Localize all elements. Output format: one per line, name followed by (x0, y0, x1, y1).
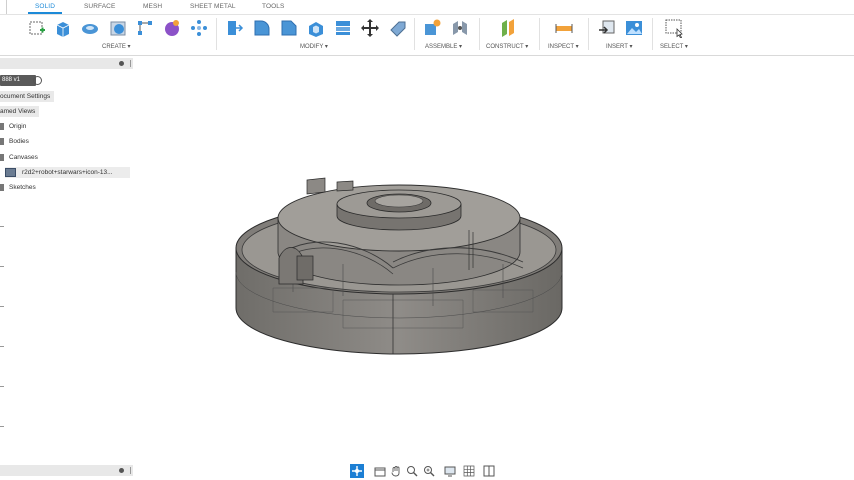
select-menu[interactable]: SELECT ▾ (660, 43, 688, 50)
browser-item-canvases[interactable]: Canvases (0, 152, 38, 163)
ribbon-tabs: SOLID SURFACE MESH SHEET METAL TOOLS (0, 0, 854, 14)
display-settings-icon[interactable] (444, 465, 456, 477)
scale-icon[interactable] (388, 18, 408, 38)
activate-icon[interactable] (33, 76, 42, 85)
assemble-menu[interactable]: ASSEMBLE ▾ (425, 43, 462, 50)
zoom-icon[interactable] (423, 465, 435, 477)
browser-item-named-views[interactable]: amed Views (0, 106, 40, 117)
folder-icon (0, 137, 4, 145)
ruler-tick (0, 306, 4, 307)
joint-icon[interactable] (450, 18, 470, 38)
ruler-tick (0, 266, 4, 267)
viewports-icon[interactable] (483, 465, 495, 477)
pattern-icon[interactable] (189, 18, 209, 38)
ruler-tick (0, 386, 4, 387)
document-title[interactable]: 888 v1 (0, 75, 36, 86)
tab-mesh[interactable]: MESH (143, 0, 162, 14)
tab-solid[interactable]: SOLID (27, 0, 63, 14)
browser-item-label: Sketches (9, 184, 36, 191)
folder-icon (0, 122, 4, 130)
pin-icon[interactable] (130, 60, 131, 67)
create-sketch-icon[interactable] (27, 18, 47, 38)
extrude-icon[interactable] (53, 18, 73, 38)
construct-menu[interactable]: CONSTRUCT ▾ (486, 43, 528, 50)
browser-item-origin[interactable]: Origin (0, 121, 26, 132)
orbit-icon[interactable] (350, 464, 364, 478)
ruler-tick (0, 426, 4, 427)
create-menu[interactable]: CREATE ▾ (102, 43, 131, 50)
modify-menu[interactable]: MODIFY ▾ (300, 43, 328, 50)
insert-menu[interactable]: INSERT ▾ (606, 43, 632, 50)
browser-item-label: Canvases (9, 154, 38, 161)
collapse-icon[interactable] (119, 61, 124, 66)
browser-item-label: Origin (9, 123, 27, 130)
browser-item-canvas-image[interactable]: r2d2+robot+starwars+icon-13... (5, 167, 130, 178)
move-icon[interactable] (360, 18, 380, 38)
separator (588, 18, 589, 50)
separator (652, 18, 653, 50)
3d-model-body[interactable] (233, 172, 565, 358)
revolve-icon[interactable] (80, 18, 100, 38)
folder-icon (0, 183, 4, 191)
browser-item-bodies[interactable]: Bodies (0, 136, 29, 147)
zoom-window-icon[interactable] (406, 465, 418, 477)
browser-item-label: ocument Settings (0, 93, 51, 100)
grid-settings-icon[interactable] (463, 465, 475, 477)
folder-icon (0, 153, 4, 161)
loft-icon[interactable] (135, 18, 155, 38)
chamfer-icon[interactable] (279, 18, 299, 38)
browser-item-label: r2d2+robot+starwars+icon-13... (22, 169, 113, 176)
fillet-icon[interactable] (252, 18, 272, 38)
tab-sheet-metal[interactable]: SHEET METAL (190, 0, 236, 14)
new-component-icon[interactable] (422, 18, 442, 38)
separator (414, 18, 415, 50)
shell-icon[interactable] (306, 18, 326, 38)
browser-item-document-settings[interactable]: ocument Settings (0, 91, 55, 102)
pin-icon[interactable] (130, 467, 131, 474)
insert-canvas-icon[interactable] (624, 18, 644, 38)
pan-icon[interactable] (390, 465, 402, 477)
browser-item-label: amed Views (0, 108, 36, 115)
insert-derive-icon[interactable] (597, 18, 617, 38)
offset-plane-icon[interactable] (498, 18, 518, 38)
browser-panel: 888 v1 ocument Settings amed Views Origi… (0, 56, 133, 480)
sweep-icon[interactable] (108, 18, 128, 38)
tab-tools[interactable]: TOOLS (262, 0, 284, 14)
tab-surface[interactable]: SURFACE (84, 0, 115, 14)
browser-item-label: Bodies (9, 138, 29, 145)
expand-icon[interactable] (119, 468, 124, 473)
browser-header (0, 58, 133, 69)
combine-icon[interactable] (333, 18, 353, 38)
ruler-tick (0, 226, 4, 227)
select-window-icon[interactable] (664, 18, 684, 38)
ruler-tick (0, 346, 4, 347)
canvas-viewport[interactable] (133, 56, 854, 480)
form-icon[interactable] (162, 18, 182, 38)
separator (479, 18, 480, 50)
measure-icon[interactable] (554, 18, 574, 38)
comments-bar (0, 465, 133, 476)
press-pull-icon[interactable] (224, 18, 244, 38)
browser-item-sketches[interactable]: Sketches (0, 182, 36, 193)
separator (539, 18, 540, 50)
ribbon-toolbar: CREATE ▾ MODIFY ▾ ASSEMBLE ▾ CONSTRUCT ▾… (0, 15, 854, 55)
separator (216, 18, 217, 50)
look-at-icon[interactable] (374, 465, 386, 477)
image-icon (5, 167, 16, 177)
inspect-menu[interactable]: INSPECT ▾ (548, 43, 579, 50)
